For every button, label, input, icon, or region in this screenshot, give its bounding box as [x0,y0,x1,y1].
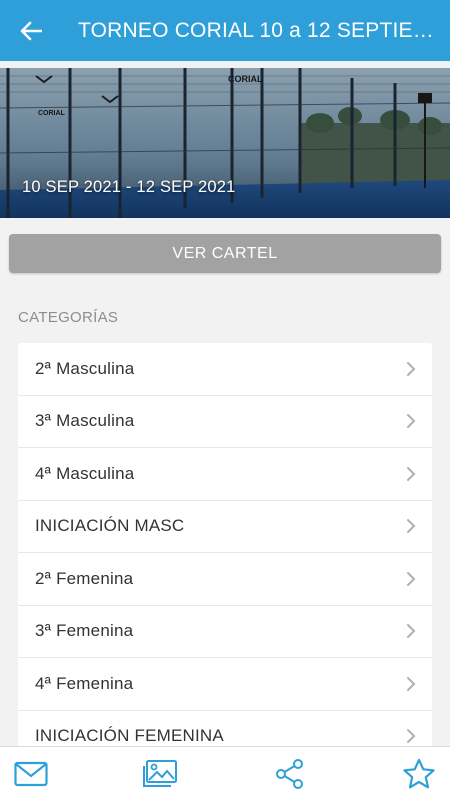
category-label: INICIACIÓN FEMENINA [35,726,224,746]
chevron-right-icon [406,361,416,377]
bottom-toolbar [0,746,450,800]
mail-icon [14,761,48,786]
chevron-right-icon [406,676,416,692]
chevron-right-icon [406,413,416,429]
category-item[interactable]: 2ª Femenina [18,553,432,606]
category-item[interactable]: 2ª Masculina [18,343,432,396]
contact-mail-button[interactable] [12,755,50,793]
categories-heading: CATEGORÍAS [18,309,119,326]
category-label: 3ª Masculina [35,411,135,431]
chevron-right-icon [406,623,416,639]
ver-cartel-button[interactable]: VER CARTEL [9,234,441,273]
chevron-right-icon [406,518,416,534]
category-item[interactable]: 4ª Masculina [18,448,432,501]
category-item[interactable]: 4ª Femenina [18,658,432,711]
favorite-button[interactable] [400,755,438,793]
category-list: 2ª Masculina 3ª Masculina 4ª Masculina I… [18,343,432,763]
chevron-right-icon [406,728,416,744]
page-title: TORNEO CORIAL 10 a 12 SEPTIEMBRE [78,18,434,42]
star-icon [403,758,435,788]
category-label: 2ª Masculina [35,358,135,378]
category-label: 3ª Femenina [35,621,134,641]
chevron-right-icon [406,466,416,482]
category-label: 2ª Femenina [35,568,134,588]
gallery-icon [143,759,178,787]
tournament-dates: 10 SEP 2021 - 12 SEP 2021 [22,178,236,196]
category-item[interactable]: 3ª Masculina [18,396,432,448]
gallery-button[interactable] [141,755,179,793]
tournament-banner-image: CORIAL CORIAL 10 SEP 2021 - 12 SEP 2021 [0,68,450,218]
category-item[interactable]: 3ª Femenina [18,606,432,658]
share-icon [275,758,303,789]
back-button[interactable] [0,0,62,61]
category-label: INICIACIÓN MASC [35,516,185,536]
app-bar: TORNEO CORIAL 10 a 12 SEPTIEMBRE [0,0,450,61]
category-label: 4ª Masculina [35,463,135,483]
chevron-right-icon [406,571,416,587]
category-label: 4ª Femenina [35,673,134,693]
category-item[interactable]: INICIACIÓN MASC [18,501,432,553]
share-button[interactable] [271,755,309,793]
arrow-left-icon [20,21,42,40]
